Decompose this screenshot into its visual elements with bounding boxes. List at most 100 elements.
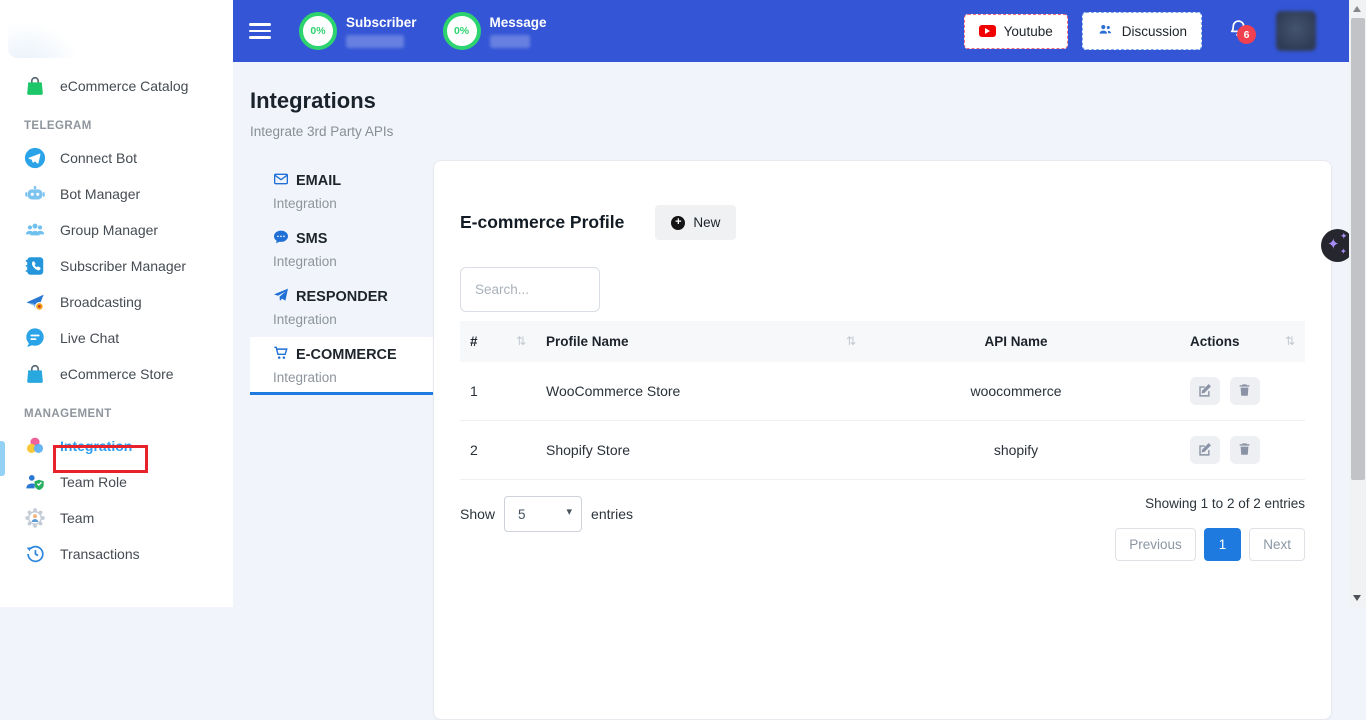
delete-button[interactable] — [1230, 377, 1260, 405]
envelope-icon — [273, 171, 289, 191]
group-people-icon — [24, 219, 46, 241]
telegram-icon — [24, 147, 46, 169]
sidebar-item-ecommerce-catalog[interactable]: eCommerce Catalog — [0, 68, 233, 104]
edit-pencil-icon — [1198, 383, 1212, 400]
sidebar-item-integration[interactable]: Integration — [0, 428, 233, 464]
page-size-select[interactable]: 5 — [504, 496, 582, 532]
sidebar-item-label: Group Manager — [60, 222, 158, 238]
user-avatar[interactable] — [1276, 11, 1316, 51]
sidebar-item-broadcasting[interactable]: Broadcasting — [0, 284, 233, 320]
subnav-item-sms[interactable]: SMS Integration — [250, 221, 433, 279]
notifications-button[interactable]: 6 — [1228, 18, 1249, 44]
search-input[interactable] — [460, 267, 600, 312]
sort-icon[interactable]: ⇅ — [846, 334, 856, 348]
column-header-actions[interactable]: Actions ⇅ — [1166, 321, 1305, 362]
logo-area — [0, 0, 233, 62]
sidebar-item-subscriber-manager[interactable]: Subscriber Manager — [0, 248, 233, 284]
subnav-item-title: RESPONDER — [296, 289, 388, 305]
contact-book-icon — [24, 255, 46, 277]
shopping-bag-blue-icon — [24, 363, 46, 385]
sidebar-item-team-role[interactable]: Team Role — [0, 464, 233, 500]
column-header-api-name[interactable]: API Name — [866, 321, 1166, 362]
table-row: 1 WooCommerce Store woocommerce — [460, 362, 1305, 421]
edit-pencil-icon — [1198, 442, 1212, 459]
api-name-cell: woocommerce — [866, 362, 1166, 421]
message-stat: 0% Message — [443, 12, 547, 50]
sidebar-item-transactions[interactable]: Transactions — [0, 536, 233, 572]
sidebar-item-connect-bot[interactable]: Connect Bot — [0, 140, 233, 176]
next-page-button[interactable]: Next — [1249, 528, 1305, 561]
sidebar-item-group-manager[interactable]: Group Manager — [0, 212, 233, 248]
profile-name-cell: WooCommerce Store — [536, 362, 866, 421]
chat-bubble-icon — [24, 327, 46, 349]
subscriber-stat-label: Subscriber — [346, 15, 417, 30]
current-page-button[interactable]: 1 — [1204, 528, 1242, 561]
sidebar-item-team[interactable]: Team — [0, 500, 233, 536]
youtube-icon — [979, 25, 996, 37]
color-circles-icon — [24, 435, 46, 457]
previous-page-button[interactable]: Previous — [1115, 528, 1196, 561]
new-profile-button[interactable]: + New — [655, 205, 736, 240]
profile-name-cell: Shopify Store — [536, 421, 866, 480]
row-number: 1 — [460, 362, 536, 421]
column-header-num[interactable]: # ⇅ — [460, 321, 536, 362]
subnav-item-title: EMAIL — [296, 173, 341, 189]
discussion-button[interactable]: Discussion — [1082, 12, 1202, 50]
sidebar-item-label: Transactions — [60, 546, 140, 562]
sidebar-item-ecommerce-store[interactable]: eCommerce Store — [0, 356, 233, 392]
edit-button[interactable] — [1190, 436, 1220, 464]
table-row: 2 Shopify Store shopify — [460, 421, 1305, 480]
sidebar-item-bot-manager[interactable]: Bot Manager — [0, 176, 233, 212]
scroll-up-arrow-icon[interactable] — [1353, 6, 1361, 12]
subnav-item-subtitle: Integration — [273, 196, 433, 211]
robot-icon — [24, 183, 46, 205]
sidebar-item-live-chat[interactable]: Live Chat — [0, 320, 233, 356]
profiles-table: # ⇅ Profile Name ⇅ API Name Actions ⇅ — [460, 321, 1305, 480]
history-clock-icon — [24, 543, 46, 565]
sidebar-item-label: Integration — [60, 438, 132, 454]
sidebar: eCommerce Catalog TELEGRAM Connect Bot B… — [0, 0, 233, 607]
edit-button[interactable] — [1190, 377, 1220, 405]
scrollbar-thumb[interactable] — [1351, 18, 1365, 480]
pagination: Previous 1 Next — [1115, 528, 1305, 561]
entries-label: entries — [591, 506, 633, 522]
sidebar-item-label: Team Role — [60, 474, 127, 490]
sparkle-icon: ✦ — [1340, 247, 1347, 256]
delete-button[interactable] — [1230, 436, 1260, 464]
people-icon — [1097, 22, 1114, 40]
sidebar-item-label: eCommerce Store — [60, 366, 174, 382]
sidebar-item-label: Live Chat — [60, 330, 119, 346]
subnav-item-ecommerce[interactable]: E-COMMERCE Integration — [250, 337, 433, 395]
sparkle-icon: ✦ — [1327, 235, 1340, 253]
sort-icon[interactable]: ⇅ — [1285, 334, 1295, 348]
sidebar-item-label: Connect Bot — [60, 150, 137, 166]
trash-icon — [1238, 383, 1251, 400]
showing-entries-text: Showing 1 to 2 of 2 entries — [1115, 496, 1305, 511]
row-number: 2 — [460, 421, 536, 480]
page-subtitle: Integrate 3rd Party APIs — [250, 124, 393, 139]
column-header-profile-name[interactable]: Profile Name ⇅ — [536, 321, 866, 362]
broadcast-plane-icon — [24, 291, 46, 313]
table-header-row: # ⇅ Profile Name ⇅ API Name Actions ⇅ — [460, 321, 1305, 362]
discussion-button-label: Discussion — [1122, 24, 1187, 39]
subscriber-count-redacted — [346, 35, 404, 48]
new-button-label: New — [693, 215, 720, 230]
subnav-item-title: E-COMMERCE — [296, 347, 397, 363]
subnav-item-email[interactable]: EMAIL Integration — [250, 163, 433, 221]
sparkle-icon: ✦ — [1340, 231, 1348, 242]
message-stat-label: Message — [490, 15, 547, 30]
scroll-down-arrow-icon[interactable] — [1353, 595, 1361, 601]
sort-icon[interactable]: ⇅ — [516, 334, 526, 348]
youtube-button[interactable]: Youtube — [964, 14, 1068, 49]
subnav-item-subtitle: Integration — [273, 370, 433, 385]
hamburger-menu-icon[interactable] — [249, 19, 271, 43]
page-title: Integrations — [250, 88, 393, 114]
sidebar-section-telegram: TELEGRAM — [0, 104, 233, 140]
subnav-item-responder[interactable]: RESPONDER Integration — [250, 279, 433, 337]
subscriber-stat: 0% Subscriber — [299, 12, 417, 50]
subscriber-progress-ring: 0% — [299, 12, 337, 50]
vertical-scrollbar[interactable] — [1349, 0, 1366, 607]
sidebar-section-management: MANAGEMENT — [0, 392, 233, 428]
integration-subnav: EMAIL Integration SMS Integration RESPON… — [250, 163, 433, 395]
trash-icon — [1238, 442, 1251, 459]
